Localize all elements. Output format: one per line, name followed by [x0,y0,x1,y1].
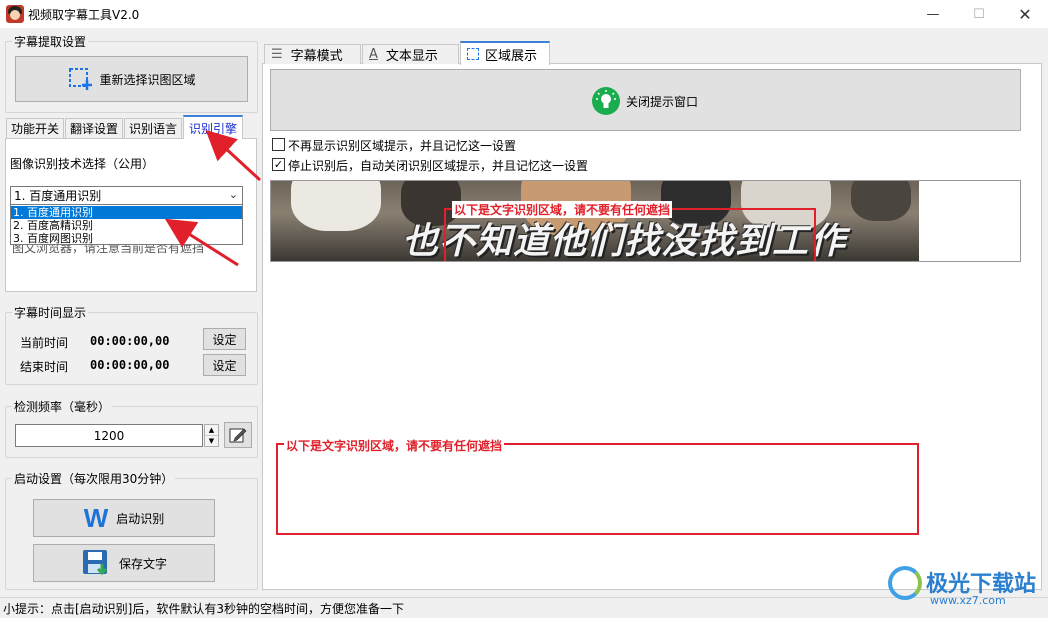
watermark-url: www.xz7.com [930,594,1006,607]
frequency-label: 检测频率（毫秒） [12,398,113,415]
save-text-label: 保存文字 [118,556,167,571]
start-recognition-label: 启动识别 [116,511,165,526]
status-bar: 小提示：点击[启动识别]后，软件默认有3秒钟的空档时间，方便您准备一下 [0,597,1048,618]
word-w-icon: W [83,502,109,533]
list-icon: ☰ [271,47,283,62]
current-time-value: 00:00:00,00 [90,334,170,348]
lightbulb-icon [592,87,620,115]
tab-subtitle-mode-label: 字幕模式 [290,49,343,64]
start-recognition-button[interactable]: W 启动识别 [33,499,215,537]
tab-text-display[interactable]: A 文本显示 [362,44,459,64]
tab-region-display-label: 区域展示 [485,48,538,64]
current-time-label: 当前时间 [20,336,69,350]
set-end-time-button[interactable]: 设定 [203,354,246,376]
auto-close-hint-checkbox[interactable]: ✓ [272,158,285,171]
save-disk-icon [82,550,108,576]
set-current-time-button[interactable]: 设定 [203,328,246,350]
maximize-button[interactable]: ☐ [956,0,1002,28]
end-time-label: 结束时间 [20,360,69,374]
annotation-arrows [164,129,262,267]
minimize-button[interactable]: — [910,0,956,28]
tab-text-display-label: 文本显示 [385,49,438,64]
spin-up-icon[interactable]: ▲ [205,425,218,436]
frequency-spinner[interactable]: ▲ ▼ [204,424,219,447]
status-hint: 小提示：点击[启动识别]后，软件默认有3秒钟的空档时间，方便您准备一下 [3,601,405,616]
auto-close-hint-label: 停止识别后，自动关闭识别区域提示，并且记忆这一设置 [288,159,589,173]
region-hint-top: 以下是文字识别区域，请不要有任何遮挡 [452,201,673,218]
tab-subtitle-mode[interactable]: ☰ 字幕模式 [264,44,361,64]
region-select-icon [467,48,479,60]
spin-down-icon[interactable]: ▼ [205,436,218,446]
save-text-button[interactable]: 保存文字 [33,544,215,582]
region-hint-bottom: 以下是文字识别区域，请不要有任何遮挡 [284,437,505,454]
frequency-input[interactable] [15,424,203,447]
pencil-icon [229,428,247,443]
tab-region-display[interactable]: 区域展示 [460,41,550,65]
end-time-value: 00:00:00,00 [90,358,170,372]
start-settings-label: 启动设置（每次限用30分钟） [12,470,176,487]
edit-frequency-button[interactable] [224,422,252,448]
time-display-label: 字幕时间显示 [12,304,89,321]
arrow-to-engine-tab [205,129,262,182]
arrow-to-option [164,218,239,267]
no-region-hint-checkbox[interactable] [272,138,285,151]
close-tip-window-label: 关闭提示窗口 [626,95,699,109]
recognition-region-frame [276,443,919,535]
close-window-button[interactable]: ✕ [1002,0,1048,28]
no-region-hint-label: 不再显示识别区域提示，并且记忆这一设置 [288,139,517,153]
watermark-logo-icon [888,566,922,600]
text-a-icon: A [369,47,378,62]
